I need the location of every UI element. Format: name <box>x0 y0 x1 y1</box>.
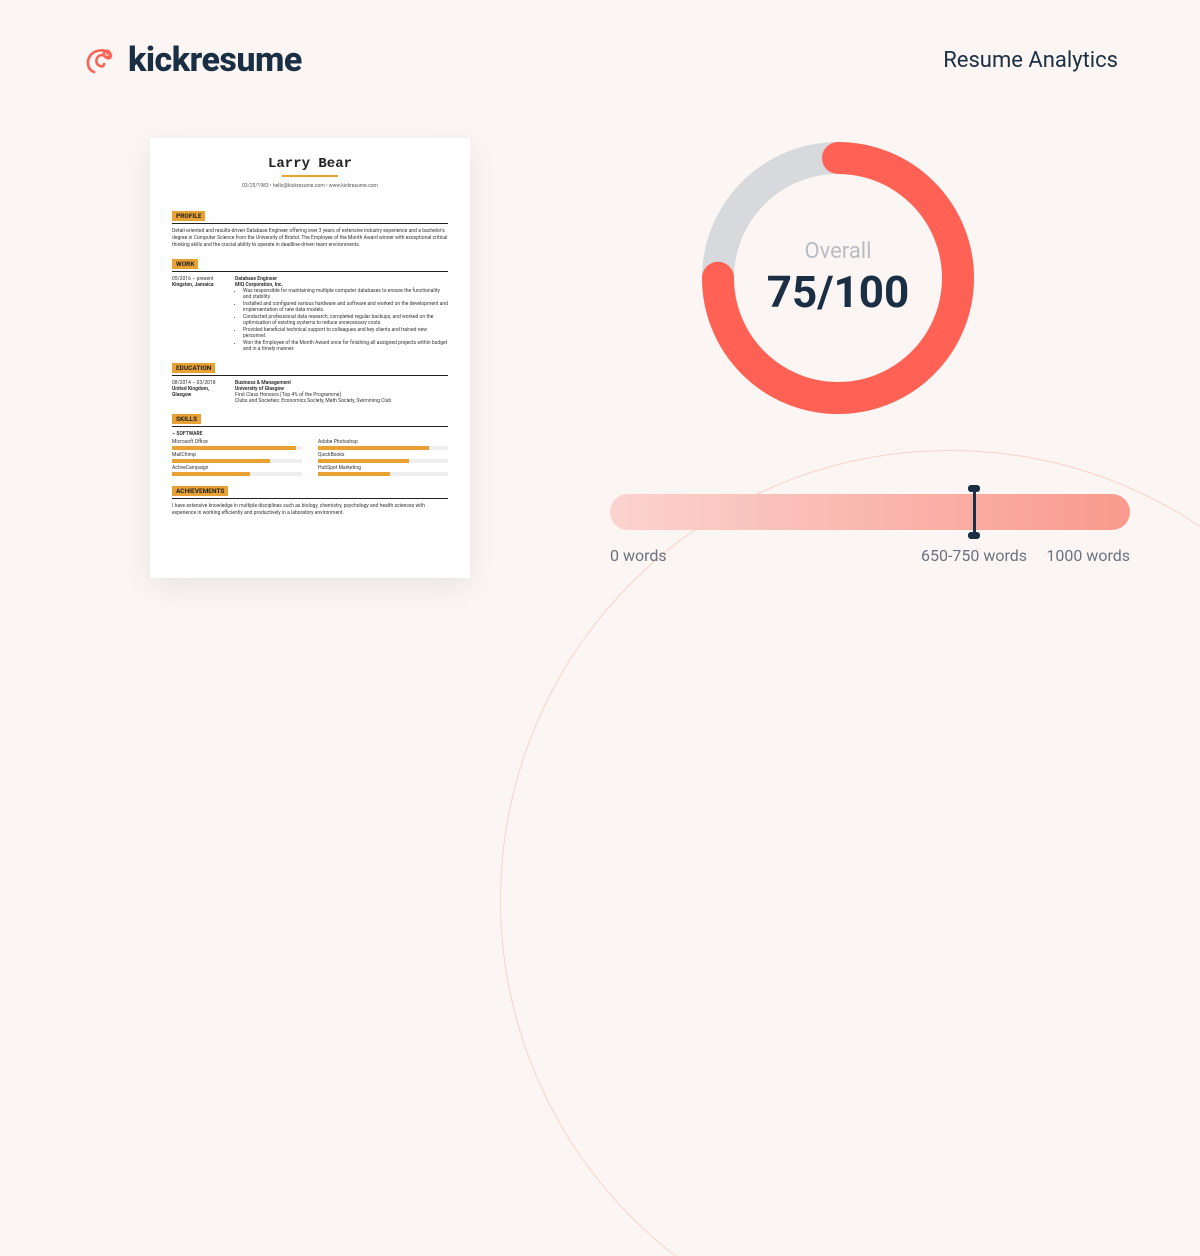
skill-name: Microsoft Office <box>172 439 302 445</box>
edu-body: Business & Management University of Glas… <box>235 380 448 404</box>
skill-name: Adobe Photoshop <box>318 439 448 445</box>
gauge-label: Overall <box>804 239 871 264</box>
divider <box>172 498 448 499</box>
work-bullet: Installed and configured various hardwar… <box>243 301 448 313</box>
skill-bar <box>172 472 302 476</box>
profile-label: PROFILE <box>172 211 205 221</box>
brand-name: kickresume <box>128 40 302 80</box>
work-body: Database Engineer MIQ Corporation, Inc. … <box>235 276 448 353</box>
skill-bar-fill <box>318 472 390 476</box>
divider <box>172 426 448 427</box>
background-circle <box>500 450 1200 1256</box>
gauge-score: 75/100 <box>767 266 910 318</box>
skill-name: ActiveCampaign <box>172 465 302 471</box>
edu-line: Clubs and Societies: Economics Society, … <box>235 398 448 404</box>
skills-subhead: – SOFTWARE <box>172 431 448 437</box>
slider-max-label: 1000 words <box>1046 546 1130 565</box>
work-dates: 05/2016 – present Kingston, Jamaica <box>172 276 227 353</box>
skill-name: HubSpot Marketing <box>318 465 448 471</box>
skill-bar <box>318 459 448 463</box>
skill-row: Adobe Photoshop <box>318 439 448 450</box>
work-bullet: Won the Employee of the Month Award once… <box>243 340 448 352</box>
skill-bar <box>318 446 448 450</box>
slider-mid-label: 650-750 words <box>921 546 1027 565</box>
skill-bar-fill <box>172 472 250 476</box>
score-gauge: Overall 75/100 <box>688 128 988 428</box>
education-label: EDUCATION <box>172 363 215 373</box>
skill-row: Microsoft Office <box>172 439 302 450</box>
skills-grid: Microsoft Office Adobe Photoshop MailChimp… <box>172 439 448 476</box>
skill-name: MailChimp <box>172 452 302 458</box>
word-count-slider: 0 words 1000 words 650-750 words <box>610 494 1130 565</box>
work-bullets: Was responsible for maintaining multiple… <box>235 288 448 352</box>
edu-lines: First Class Honours (Top 4% of the Progr… <box>235 392 448 404</box>
skill-bar <box>318 472 448 476</box>
slider-marker[interactable] <box>973 488 976 536</box>
resume-preview: Larry Bear 03/25/1983 • hello@kickresume… <box>150 138 470 578</box>
resume-contact: 03/25/1983 • hello@kickresume.com • www.… <box>172 183 448 189</box>
gauge-center: Overall 75/100 <box>688 128 988 428</box>
divider <box>172 271 448 272</box>
skill-row: ActiveCampaign <box>172 465 302 476</box>
work-bullet: Was responsible for maintaining multiple… <box>243 288 448 300</box>
skill-bar-fill <box>318 446 429 450</box>
skill-bar-fill <box>172 459 270 463</box>
brand-logo: kickresume <box>82 40 302 80</box>
skill-bar-fill <box>172 446 296 450</box>
page-title: Resume Analytics <box>943 48 1118 73</box>
work-bullet: Provided beneficial technical support to… <box>243 327 448 339</box>
skills-label: SKILLS <box>172 414 201 424</box>
slider-labels: 0 words 1000 words <box>610 546 1130 565</box>
chameleon-icon <box>82 42 118 78</box>
edu-location: United Kingdom, Glasgow <box>172 386 227 398</box>
skill-name: QuickBooks <box>318 452 448 458</box>
work-bullet: Conducted professional data research, co… <box>243 314 448 326</box>
profile-text: Detail-oriented and results-driven Datab… <box>172 228 448 249</box>
skill-row: HubSpot Marketing <box>318 465 448 476</box>
work-location: Kingston, Jamaica <box>172 282 227 288</box>
skill-row: MailChimp <box>172 452 302 463</box>
skill-row: QuickBooks <box>318 452 448 463</box>
edu-dates: 08/2014 – 03/2018 United Kingdom, Glasgo… <box>172 380 227 404</box>
work-label: WORK <box>172 259 198 269</box>
achievements-text: I have extensive knowledge in multiple d… <box>172 503 448 517</box>
resume-name: Larry Bear <box>172 156 448 172</box>
skill-bar <box>172 446 302 450</box>
slider-track[interactable] <box>610 494 1130 530</box>
skill-bar-fill <box>318 459 409 463</box>
slider-min-label: 0 words <box>610 546 667 565</box>
divider <box>172 375 448 376</box>
achievements-label: ACHIEVEMENTS <box>172 486 228 496</box>
name-underline <box>282 175 338 177</box>
header: kickresume Resume Analytics <box>82 40 1118 80</box>
skill-bar <box>172 459 302 463</box>
divider <box>172 223 448 224</box>
